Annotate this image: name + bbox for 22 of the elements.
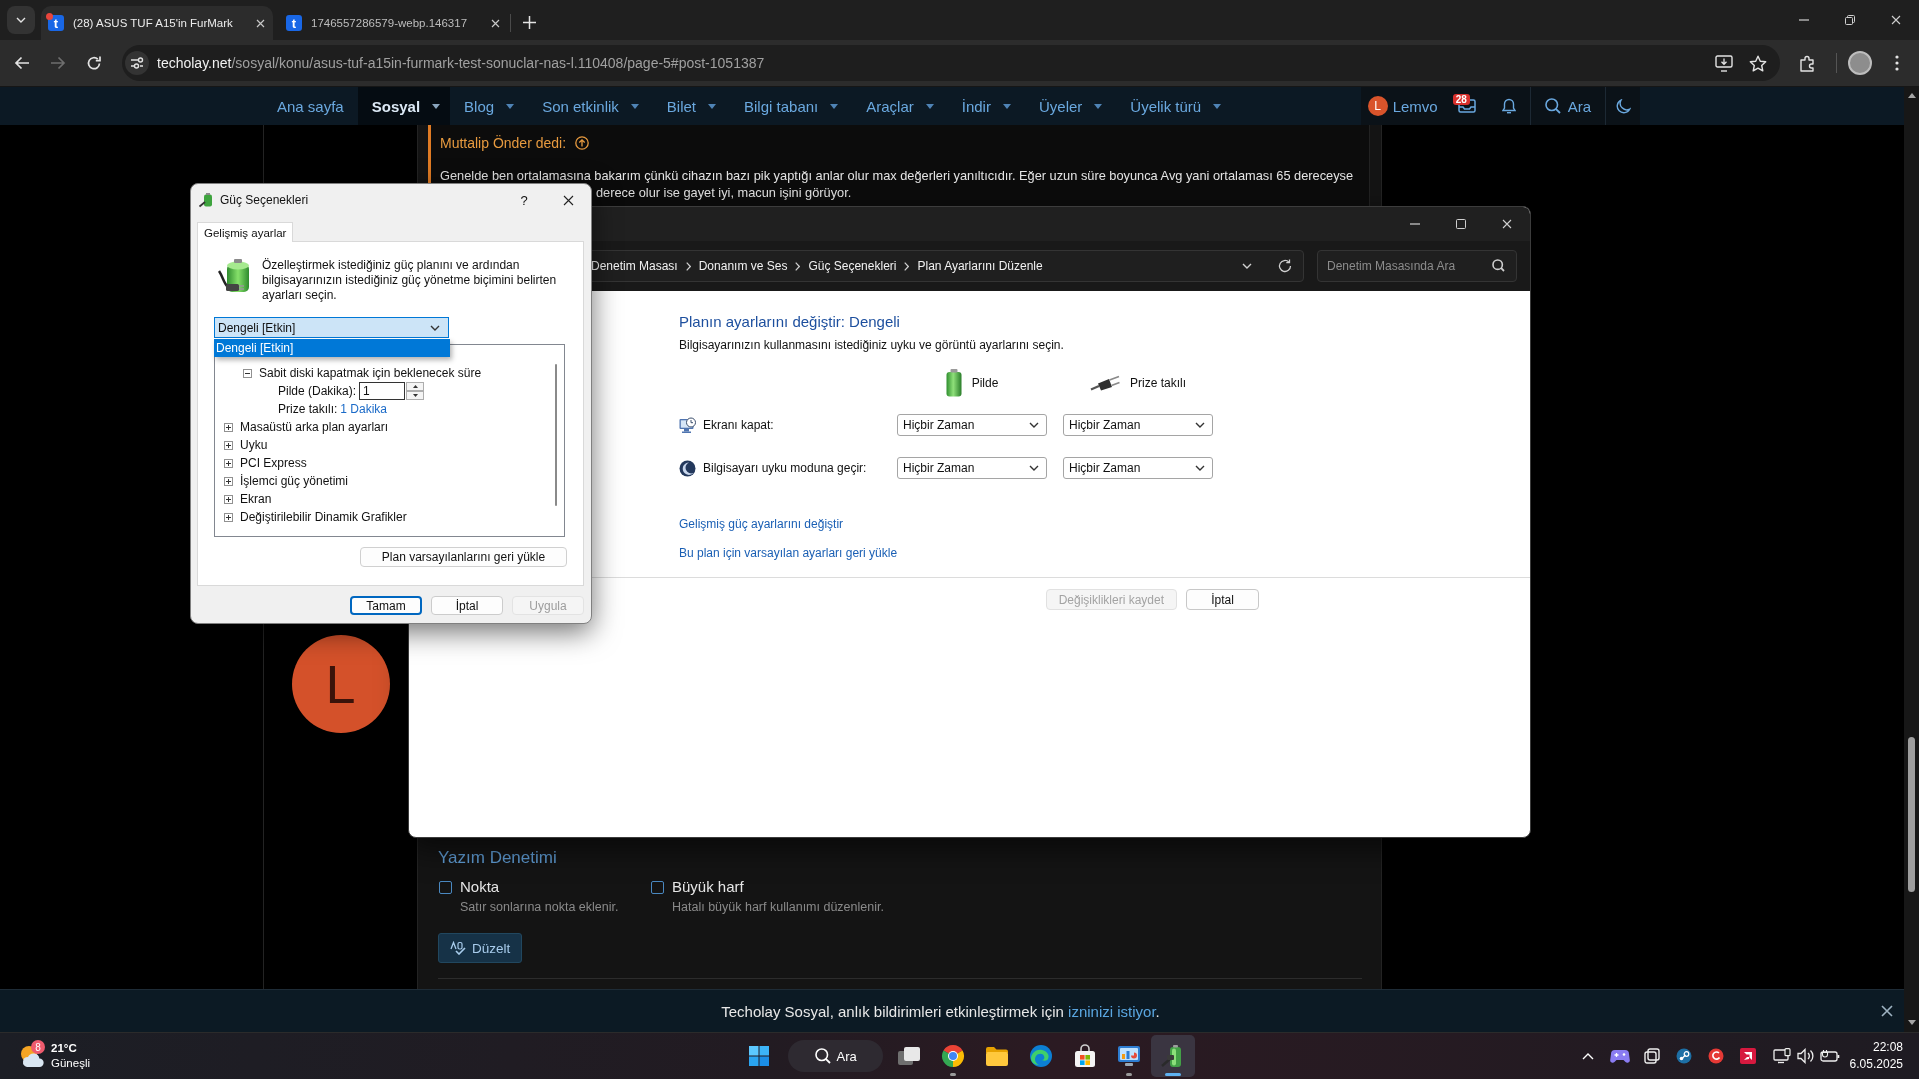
count-badge: 28 [1452, 94, 1470, 105]
column-header: Prize takılı [1130, 376, 1186, 390]
quote-text: Genelde ben ortalamasına bakarım çünkü cihazın bazı pik yaptığı anlar olur max değerleri yanıltıcıdır. Eğer uzun süre boyunca Avg yani ortalaması 65 dereceyse [440, 167, 1354, 184]
quote-text: derece olur ise gayet iyi, macun işini görüyor. [596, 184, 852, 201]
dialog-instructions: Özelleştirmek istediğiniz güç planını ve ardından bilgisayarınızın istediğiniz güç yönetme biçimini belirten ayarları seçin. [262, 258, 558, 303]
setting-label: Bilgisayarı uyku moduna geçir: [703, 461, 867, 475]
notification-badge: 8 [31, 1040, 45, 1054]
page-description: Bilgisayarınızın kullanmasını istediğiniz uyku ve görüntü ayarlarını seçin. [679, 337, 1065, 353]
dialog-title: Güç Seçenekleri [220, 193, 309, 207]
section-heading: Yazım Denetimi [438, 848, 558, 868]
option-description: Hatalı büyük harf kullanımı düzenlenir. [672, 899, 884, 915]
setting-label: Pilde (Dakika): [278, 384, 357, 398]
column-header: Pilde [971, 376, 999, 390]
weather-temperature: 21°C [51, 1041, 78, 1056]
setting-label: Prize takılı: [278, 402, 338, 416]
user-avatar: L [1367, 96, 1388, 116]
notice-text: Techolay Sosyal, anlık bildirimleri etkinleştirmek için izninizi istiyor. [720, 1002, 1161, 1020]
site-favicon: t [286, 15, 302, 31]
option-description: Satır sonlarına nokta eklenir. [460, 899, 619, 915]
setting-label: Ekranı kapat: [703, 418, 774, 432]
page-heading: Planın ayarlarını değiştir: Dengeli [679, 312, 901, 332]
weather-condition: Güneşli [51, 1056, 90, 1071]
